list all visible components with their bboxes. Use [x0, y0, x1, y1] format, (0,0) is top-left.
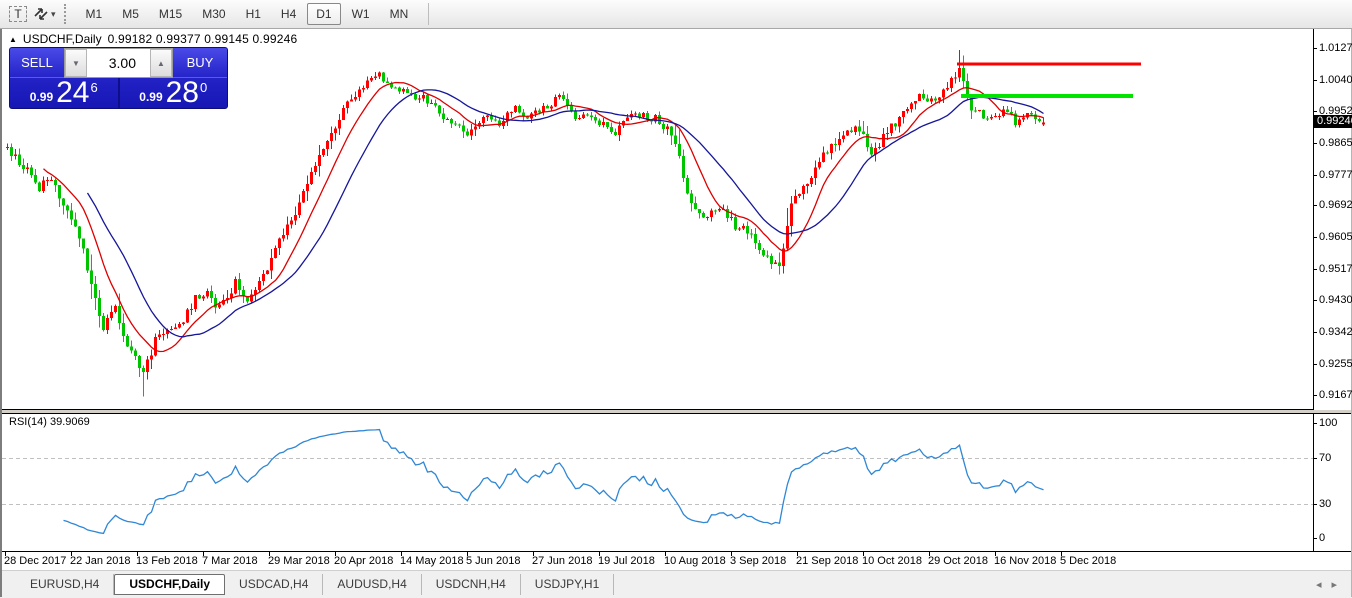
chart-symbol-label: USDCHF,Daily — [23, 32, 102, 46]
chart-tab-usdchf-daily[interactable]: USDCHF,Daily — [114, 574, 225, 595]
time-axis-label: 29 Oct 2018 — [928, 555, 988, 567]
time-axis-label: 19 Jul 2018 — [598, 555, 655, 567]
rsi-axis-tick: 30 — [1319, 498, 1331, 510]
rsi-line — [64, 430, 1044, 534]
tab-scroll-buttons: ◂ ▸ — [1316, 578, 1351, 591]
time-axis-label: 10 Oct 2018 — [862, 555, 922, 567]
timeframe-button-d1[interactable]: D1 — [307, 3, 340, 25]
price-axis-tick: 1.01275 — [1319, 42, 1352, 54]
rsi-axis-tick: 70 — [1319, 452, 1331, 464]
volume-decrease-button[interactable]: ▼ — [65, 49, 87, 77]
time-axis-label: 14 May 2018 — [400, 555, 464, 567]
time-axis-label: 28 Dec 2017 — [4, 555, 66, 567]
timeframe-button-mn[interactable]: MN — [381, 3, 418, 25]
chart-tab-audusd-h4[interactable]: AUDUSD,H4 — [323, 574, 421, 595]
chevron-down-icon: ▾ — [51, 9, 56, 20]
time-axis-label: 21 Sep 2018 — [796, 555, 858, 567]
buy-price-prefix: 0.99 — [139, 90, 162, 104]
volume-input[interactable]: 3.00 — [87, 49, 150, 77]
time-axis: 28 Dec 2017 22 Jan 2018 13 Feb 2018 7 Mar 2… — [2, 551, 1351, 570]
timeframe-button-w1[interactable]: W1 — [343, 3, 379, 25]
timeframe-button-m5[interactable]: M5 — [113, 3, 148, 25]
rsi-axis-tick: 100 — [1319, 417, 1337, 429]
price-axis-tick: 0.95175 — [1319, 263, 1352, 275]
time-axis-label: 7 Mar 2018 — [202, 555, 258, 567]
text-label-tool-button[interactable]: T — [6, 3, 30, 25]
text-tool-icon: T — [9, 6, 26, 22]
chart-title: ▲ USDCHF,Daily 0.99182 0.99377 0.99145 0… — [9, 32, 297, 46]
sell-price-point: 6 — [91, 80, 98, 95]
buy-price-point: 0 — [200, 80, 207, 95]
time-axis-label: 3 Sep 2018 — [730, 555, 786, 567]
buy-price[interactable]: 0.99 28 0 — [120, 78, 228, 108]
time-axis-label: 5 Dec 2018 — [1060, 555, 1116, 567]
price-axis-tick: 0.93425 — [1319, 326, 1352, 338]
price-axis: 1.012751.004000.995250.986500.977750.969… — [1314, 29, 1351, 410]
time-axis-label: 22 Jan 2018 — [70, 555, 131, 567]
chart-ohlc-values: 0.99182 0.99377 0.99145 0.99246 — [108, 32, 298, 46]
ma-fast-line — [44, 83, 1044, 352]
timeframe-button-m30[interactable]: M30 — [193, 3, 234, 25]
one-click-trading-panel: SELL ▼ 3.00 ▲ BUY 0.99 24 6 0.99 28 0 — [9, 47, 228, 109]
chart-tab-usdcad-h4[interactable]: USDCAD,H4 — [225, 574, 323, 595]
timeframe-button-h4[interactable]: H4 — [272, 3, 305, 25]
timeframe-button-m15[interactable]: M15 — [150, 3, 191, 25]
timeframe-button-h1[interactable]: H1 — [237, 3, 270, 25]
price-axis-tick: 0.98650 — [1319, 137, 1352, 149]
rsi-axis-tick: 0 — [1319, 532, 1325, 544]
chart-tab-usdcnh-h4[interactable]: USDCNH,H4 — [422, 574, 521, 595]
timeframe-group: M1M5M15M30H1H4D1W1MN — [76, 3, 419, 25]
chart-tab-usdjpy-h1[interactable]: USDJPY,H1 — [521, 574, 614, 595]
collapse-panel-triangle-icon[interactable]: ▲ — [9, 35, 17, 44]
sell-price-prefix: 0.99 — [30, 90, 53, 104]
time-axis-label: 5 Jun 2018 — [466, 555, 520, 567]
price-axis-tick: 1.00400 — [1319, 74, 1352, 86]
arrows-icon — [33, 7, 49, 21]
price-axis-tick: 0.91675 — [1319, 389, 1352, 401]
sell-price[interactable]: 0.99 24 6 — [10, 78, 120, 108]
ma-slow-line — [88, 90, 1044, 337]
tab-scroll-left-icon[interactable]: ◂ — [1316, 578, 1322, 591]
time-axis-label: 29 Mar 2018 — [268, 555, 330, 567]
toolbar-grip[interactable] — [64, 4, 68, 24]
tab-scroll-right-icon[interactable]: ▸ — [1331, 578, 1337, 591]
triangle-down-icon: ▼ — [72, 59, 80, 68]
volume-increase-button[interactable]: ▲ — [150, 49, 172, 77]
arrange-charts-button[interactable]: ▾ — [32, 3, 57, 25]
time-axis-label: 16 Nov 2018 — [994, 555, 1056, 567]
chart-tab-eurusd-h4[interactable]: EURUSD,H4 — [16, 574, 114, 595]
time-axis-label: 27 Jun 2018 — [532, 555, 593, 567]
rsi-indicator-label: RSI(14) 39.9069 — [9, 416, 90, 428]
time-axis-label: 20 Apr 2018 — [334, 555, 393, 567]
current-price-label: 0.99246 — [1314, 115, 1352, 128]
time-axis-label: 10 Aug 2018 — [664, 555, 726, 567]
chart-tab-bar: EURUSD,H4USDCHF,DailyUSDCAD,H4AUDUSD,H4U… — [2, 570, 1351, 597]
price-axis-tick: 0.96050 — [1319, 231, 1352, 243]
toolbar-separator — [428, 3, 429, 25]
buy-button[interactable]: BUY — [173, 48, 227, 78]
volume-spinner: ▼ 3.00 ▲ — [64, 48, 173, 78]
price-axis-tick: 0.96925 — [1319, 199, 1352, 211]
buy-price-pips: 28 — [166, 79, 199, 107]
chart-window: ▲ USDCHF,Daily 0.99182 0.99377 0.99145 0… — [0, 29, 1352, 597]
top-toolbar: T ▾ M1M5M15M30H1H4D1W1MN — [0, 0, 1352, 29]
rsi-axis: 100 70 30 0 — [1314, 414, 1351, 551]
triangle-up-icon: ▲ — [157, 59, 165, 68]
rsi-indicator-chart[interactable] — [2, 414, 1313, 551]
price-axis-tick: 0.97775 — [1319, 169, 1352, 181]
price-axis-tick: 0.94300 — [1319, 294, 1352, 306]
sell-price-pips: 24 — [56, 79, 89, 107]
timeframe-button-m1[interactable]: M1 — [77, 3, 112, 25]
sell-button[interactable]: SELL — [10, 48, 64, 78]
price-axis-tick: 0.92550 — [1319, 358, 1352, 370]
time-axis-label: 13 Feb 2018 — [136, 555, 198, 567]
